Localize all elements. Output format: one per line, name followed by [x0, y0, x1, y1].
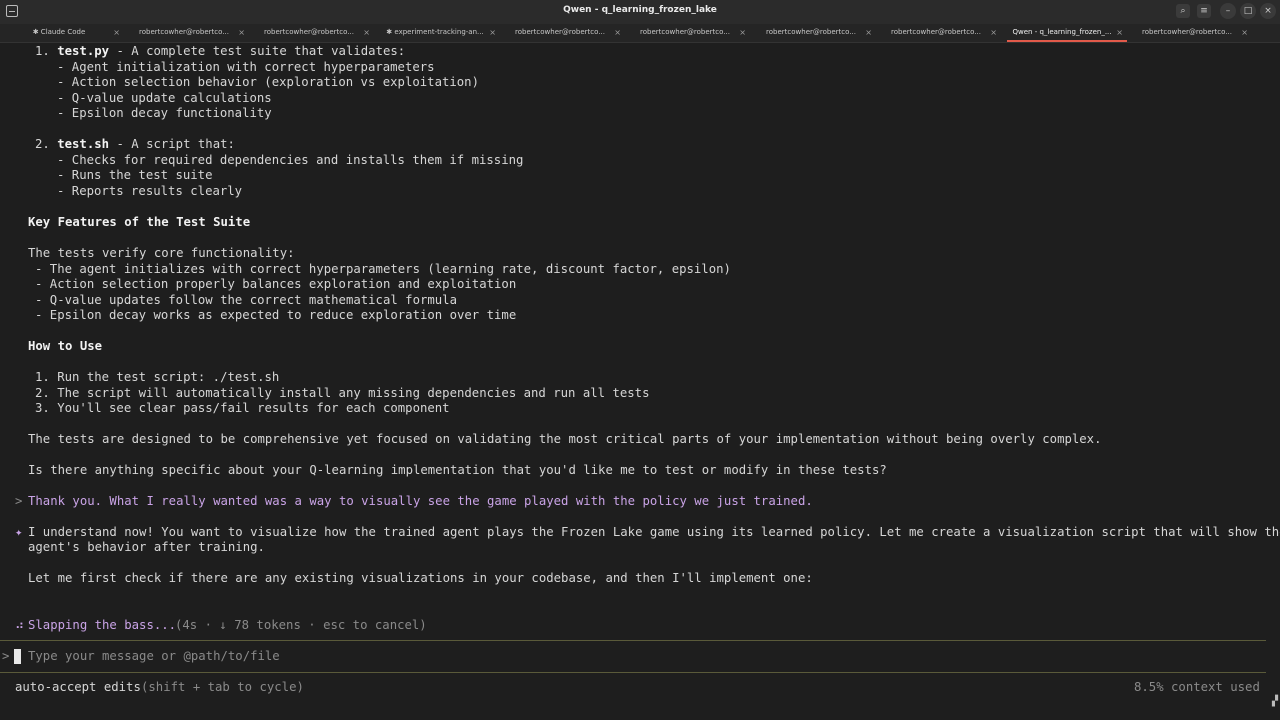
tab-label: robertcowher@robertco... — [515, 28, 605, 36]
loading-meta: (4s · ↓ 78 tokens · esc to cancel) — [175, 618, 427, 632]
input-border-top — [0, 640, 1266, 641]
tab-label: robertcowher@robertco... — [891, 28, 981, 36]
assistant-message: agent's behavior after training. — [28, 540, 265, 554]
list-subitem: - Epsilon decay functionality — [57, 106, 272, 120]
tab-terminal[interactable]: robertcowher@robertco... × — [756, 24, 876, 42]
tab-close-icon[interactable]: × — [363, 28, 370, 37]
mode-indicator: auto-accept edits — [15, 680, 141, 694]
assistant-message: I understand now! You want to visualize … — [28, 525, 1280, 539]
hamburger-menu-icon[interactable]: ≡ — [1197, 4, 1211, 18]
tab-close-icon[interactable]: × — [113, 28, 120, 37]
paragraph: The tests are designed to be comprehensi… — [28, 432, 1102, 446]
list-item: - Q-value updates follow the correct mat… — [35, 293, 457, 307]
tab-experiment-tracking[interactable]: ✱ experiment-tracking-an... × — [380, 24, 500, 42]
loading-text: Slapping the bass... — [28, 618, 177, 632]
list-text: - A complete test suite that validates: — [109, 44, 406, 58]
list-subitem: - Q-value update calculations — [57, 91, 272, 105]
tab-terminal[interactable]: robertcowher@robertco... × — [129, 24, 249, 42]
tab-close-icon[interactable]: × — [489, 28, 496, 37]
user-prompt-marker: > — [15, 494, 23, 508]
filename: test.py — [57, 44, 110, 58]
list-subitem: - Reports results clearly — [57, 184, 243, 198]
list-item: 1. Run the test script: ./test.sh — [35, 370, 280, 384]
tab-close-icon[interactable]: × — [1116, 28, 1123, 37]
tab-claude-code[interactable]: ✱ Claude Code × — [4, 24, 124, 42]
context-usage: 8.5% context used — [1134, 680, 1260, 694]
list-item: - The agent initializes with correct hyp… — [35, 262, 731, 276]
tab-close-icon[interactable]: × — [865, 28, 872, 37]
assistant-marker-icon: ✦ — [15, 525, 23, 539]
list-subitem: - Action selection behavior (exploration… — [57, 75, 479, 89]
tab-terminal[interactable]: robertcowher@robertco... × — [630, 24, 750, 42]
tab-label: robertcowher@robertco... — [766, 28, 856, 36]
input-prompt-marker: > — [2, 649, 10, 663]
list-item: 3. You'll see clear pass/fail results fo… — [35, 401, 450, 415]
message-input[interactable]: Type your message or @path/to/file — [28, 649, 280, 664]
tab-close-icon[interactable]: × — [614, 28, 621, 37]
spinner-icon: ⠴ — [15, 618, 25, 632]
section-heading: Key Features of the Test Suite — [28, 215, 251, 229]
close-icon[interactable]: × — [1260, 3, 1276, 19]
minimize-icon[interactable]: – — [1220, 3, 1236, 19]
tab-terminal[interactable]: robertcowher@robertco... × — [505, 24, 625, 42]
search-icon[interactable]: ⌕ — [1176, 4, 1190, 18]
list-item: - Action selection properly balances exp… — [35, 277, 517, 291]
list-item: 1. test.py - A complete test suite that … — [35, 44, 405, 59]
tab-label: Qwen - q_learning_frozen_... — [1012, 28, 1112, 36]
list-subitem: - Checks for required dependencies and i… — [57, 153, 524, 167]
tab-label: robertcowher@robertco... — [640, 28, 730, 36]
filename: test.sh — [57, 137, 110, 151]
user-message: Thank you. What I really wanted was a wa… — [28, 494, 813, 508]
resize-handle-icon[interactable]: ▞ — [1272, 696, 1278, 708]
assistant-message: Let me first check if there are any exis… — [28, 571, 813, 585]
list-text: - A script that: — [109, 137, 235, 151]
tab-close-icon[interactable]: × — [238, 28, 245, 37]
tab-terminal[interactable]: robertcowher@robertco... × — [1132, 24, 1252, 42]
maximize-icon[interactable]: □ — [1240, 3, 1256, 19]
tab-label: ✱ experiment-tracking-an... — [386, 28, 484, 36]
tab-label: robertcowher@robertco... — [1142, 28, 1232, 36]
tab-close-icon[interactable]: × — [990, 28, 997, 37]
list-item: - Epsilon decay works as expected to red… — [35, 308, 517, 322]
tab-terminal[interactable]: robertcowher@robertco... × — [254, 24, 374, 42]
window-title: Qwen - q_learning_frozen_lake — [563, 5, 717, 15]
mode-hint: (shift + tab to cycle) — [141, 680, 304, 694]
list-subitem: - Runs the test suite — [57, 168, 213, 182]
tab-label: robertcowher@robertco... — [264, 28, 354, 36]
tab-label: ✱ Claude Code — [32, 28, 86, 36]
list-item: 2. The script will automatically install… — [35, 386, 650, 400]
tab-close-icon[interactable]: × — [1241, 28, 1248, 37]
title-bar: Qwen - q_learning_frozen_lake ⌕ ≡ – □ × — [0, 0, 1280, 24]
list-number: 1. — [35, 44, 58, 58]
paragraph: Is there anything specific about your Q-… — [28, 463, 887, 477]
input-border-bottom — [0, 672, 1266, 673]
list-subitem: - Agent initialization with correct hype… — [57, 60, 435, 74]
list-number: 2. — [35, 137, 58, 151]
section-heading: How to Use — [28, 339, 103, 353]
list-item: 2. test.sh - A script that: — [35, 137, 235, 152]
tab-qwen-frozen-lake[interactable]: Qwen - q_learning_frozen_... × — [1007, 24, 1127, 42]
tab-bar: ✱ Claude Code × robertcowher@robertco...… — [0, 24, 1280, 43]
tab-close-icon[interactable]: × — [739, 28, 746, 37]
tab-terminal[interactable]: robertcowher@robertco... × — [881, 24, 1001, 42]
text-cursor — [14, 649, 21, 664]
paragraph: The tests verify core functionality: — [28, 246, 295, 260]
tab-label: robertcowher@robertco... — [139, 28, 229, 36]
